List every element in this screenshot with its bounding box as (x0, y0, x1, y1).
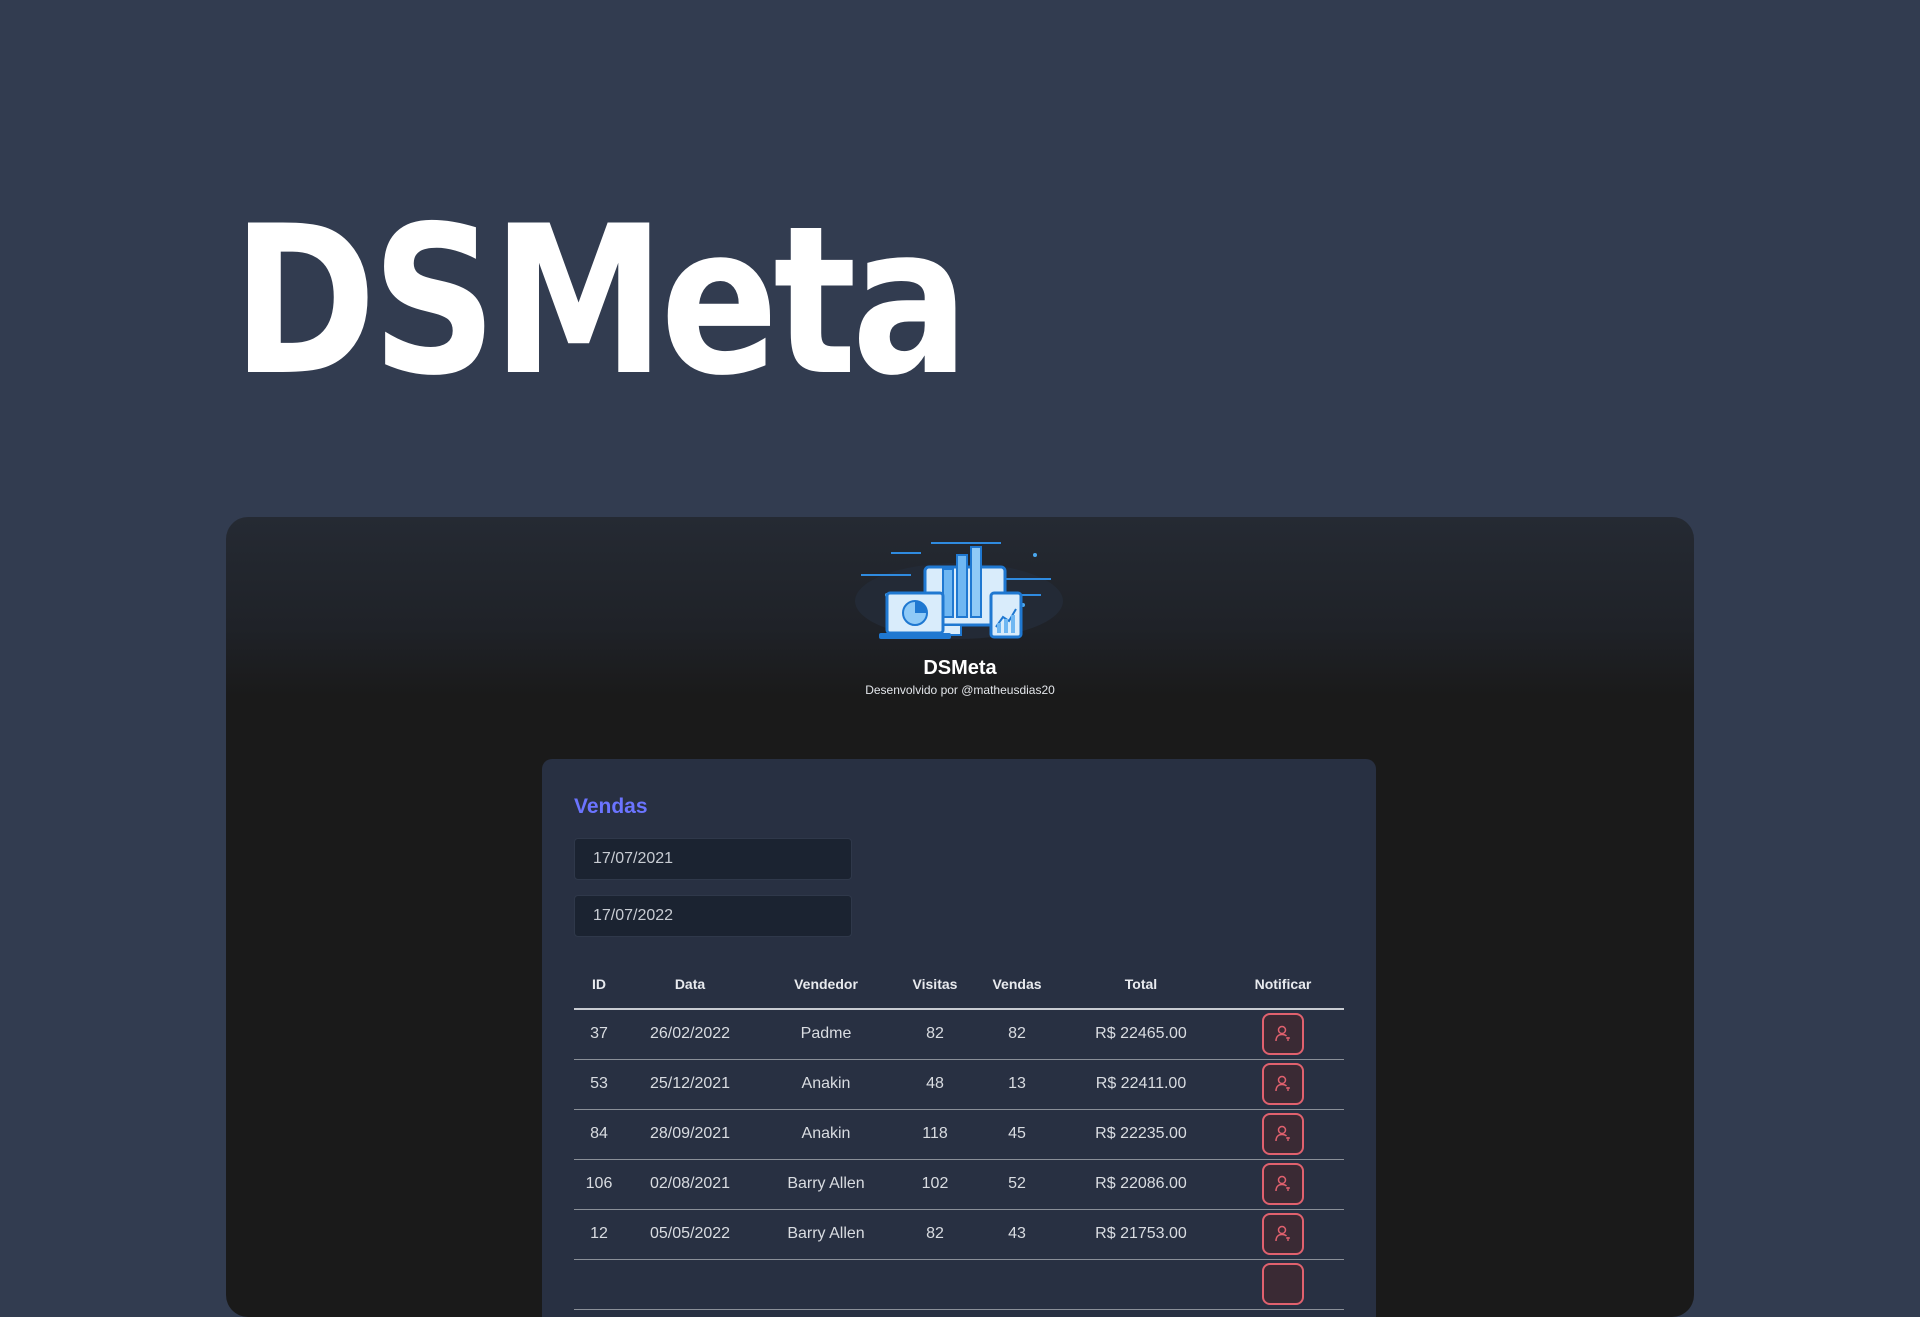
dashboard-logo-icon (855, 542, 1063, 639)
table-row: 106 02/08/2021 Barry Allen 102 52 R$ 220… (574, 1159, 1344, 1210)
user-notify-icon (1275, 1175, 1290, 1192)
notify-button[interactable] (1262, 1113, 1304, 1155)
cell-visits: 118 (896, 1109, 974, 1160)
user-notify-icon (1275, 1225, 1290, 1242)
cell-deals: 82 (974, 1009, 1060, 1060)
cell-date: 02/08/2021 (624, 1159, 756, 1210)
table-row-partial (574, 1259, 1344, 1310)
user-notify-icon (1275, 1026, 1290, 1042)
card-title: Vendas (574, 795, 648, 818)
max-date-input[interactable]: 17/07/2022 (574, 895, 852, 937)
cell-deals: 52 (974, 1159, 1060, 1210)
sales-card: Vendas 17/07/2021 17/07/2022 ID Data Ven… (542, 759, 1376, 1317)
table-row: 12 05/05/2022 Barry Allen 82 43 R$ 21753… (574, 1209, 1344, 1260)
cell-notify (1222, 1159, 1344, 1210)
table-row: 37 26/02/2022 Padme 82 82 R$ 22465.00 (574, 1009, 1344, 1060)
cell-deals: 13 (974, 1059, 1060, 1110)
cell-seller: Anakin (756, 1059, 896, 1110)
cell-notify (1222, 1009, 1344, 1060)
cell-seller: Anakin (756, 1109, 896, 1160)
table-row: 84 28/09/2021 Anakin 118 45 R$ 22235.00 (574, 1109, 1344, 1160)
cell-date: 26/02/2022 (624, 1009, 756, 1060)
user-notify-icon (1275, 1125, 1290, 1142)
app-window: DSMeta Desenvolvido por @matheusdias20 V… (226, 517, 1694, 1317)
user-notify-icon (1275, 1075, 1290, 1092)
cell-id: 37 (574, 1009, 624, 1060)
cell-visits: 102 (896, 1159, 974, 1210)
min-date-input[interactable]: 17/07/2021 (574, 838, 852, 880)
notify-button[interactable] (1262, 1163, 1304, 1205)
cell-id: 84 (574, 1109, 624, 1160)
cell-date: 05/05/2022 (624, 1209, 756, 1260)
notify-button[interactable] (1262, 1063, 1304, 1105)
cell-notify (1222, 1209, 1344, 1260)
cell-seller: Barry Allen (756, 1159, 896, 1210)
cell-notify (1222, 1259, 1344, 1310)
cell-total: R$ 22465.00 (1060, 1009, 1222, 1060)
column-header-notify: Notificar (1222, 959, 1344, 1010)
cell-deals: 45 (974, 1109, 1060, 1160)
cell-total: R$ 22086.00 (1060, 1159, 1222, 1210)
cell-date: 25/12/2021 (624, 1059, 756, 1110)
cell-seller: Padme (756, 1009, 896, 1060)
cell-total: R$ 22411.00 (1060, 1059, 1222, 1110)
cell-total: R$ 21753.00 (1060, 1209, 1222, 1260)
cell-total: R$ 22235.00 (1060, 1109, 1222, 1160)
brand-subtitle: Desenvolvido por @matheusdias20 (865, 683, 1055, 697)
cell-id: 53 (574, 1059, 624, 1110)
column-header-deals: Vendas (974, 959, 1060, 1010)
cell-visits: 82 (896, 1209, 974, 1260)
notify-button[interactable] (1262, 1013, 1304, 1056)
hero-title: DSMeta (232, 183, 969, 421)
table-row: 53 25/12/2021 Anakin 48 13 R$ 22411.00 (574, 1059, 1344, 1110)
column-header-visits: Visitas (896, 959, 974, 1010)
brand-name: DSMeta (923, 657, 997, 679)
cell-notify (1222, 1109, 1344, 1160)
cell-seller: Barry Allen (756, 1209, 896, 1260)
sales-table: ID Data Vendedor Visitas Vendas Total No… (574, 959, 1344, 1310)
notify-button[interactable] (1262, 1213, 1304, 1255)
column-header-id: ID (574, 959, 624, 1010)
cell-deals: 43 (974, 1209, 1060, 1260)
column-header-total: Total (1060, 959, 1222, 1010)
cell-notify (1222, 1059, 1344, 1110)
column-header-seller: Vendedor (756, 959, 896, 1010)
cell-visits: 82 (896, 1009, 974, 1060)
cell-id: 12 (574, 1209, 624, 1260)
column-header-date: Data (624, 959, 756, 1010)
cell-id: 106 (574, 1159, 624, 1210)
cell-date: 28/09/2021 (624, 1109, 756, 1160)
cell-visits: 48 (896, 1059, 974, 1110)
table-header-row: ID Data Vendedor Visitas Vendas Total No… (574, 959, 1344, 1010)
notify-button[interactable] (1262, 1263, 1304, 1305)
